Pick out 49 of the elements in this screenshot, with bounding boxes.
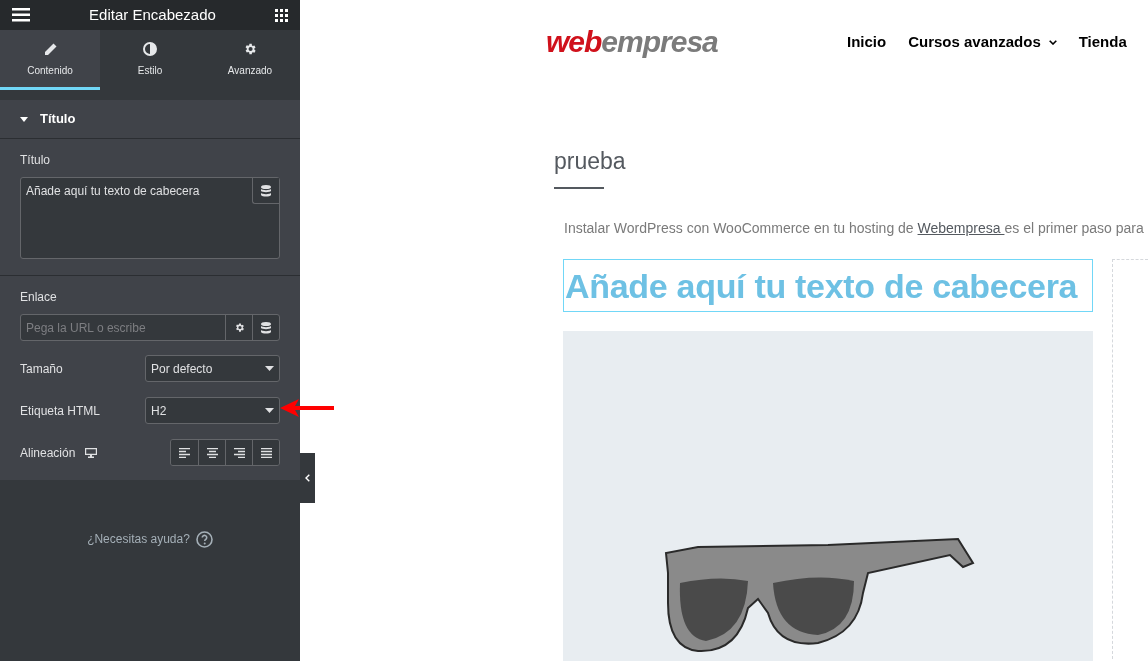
title-textarea[interactable]: Añade aquí tu texto de cabecera <box>21 178 279 258</box>
align-justify-icon <box>260 447 272 458</box>
grid-icon[interactable] <box>275 8 288 22</box>
align-justify-button[interactable] <box>252 440 279 465</box>
field-label: Título <box>20 152 51 169</box>
field-label: Etiqueta HTML <box>20 402 101 420</box>
chevron-left-icon <box>305 474 310 482</box>
dynamic-tags-button[interactable] <box>252 178 279 204</box>
heading: Añade aquí tu texto de cabecera <box>564 268 1079 303</box>
field-label: Tamaño <box>20 360 63 378</box>
database-icon <box>261 184 271 197</box>
contrast-icon <box>143 42 157 56</box>
html-tag-select[interactable]: H2 <box>145 397 280 424</box>
link-field[interactable]: Pega la URL o escribe <box>20 314 280 341</box>
panel-tab[interactable]: Contenido <box>0 30 100 90</box>
nav-link[interactable]: Cursos avanzados <box>908 30 1057 54</box>
chevron-down-icon <box>1048 39 1057 45</box>
size-select[interactable]: Por defecto <box>145 355 280 382</box>
desktop-icon[interactable] <box>85 447 98 458</box>
field-label: Alineación <box>20 444 76 462</box>
webempresa-link[interactable]: Webempresa <box>917 220 1005 236</box>
align-right-button[interactable] <box>225 440 252 465</box>
menu-icon[interactable] <box>12 8 30 22</box>
database-icon <box>261 321 271 334</box>
align-left-button[interactable] <box>171 440 198 465</box>
section-header[interactable]: Título <box>0 100 300 139</box>
question-icon <box>195 530 213 548</box>
page-title: prueba <box>554 150 627 173</box>
gear-icon <box>243 42 257 56</box>
nav-link[interactable]: Tienda <box>1078 30 1127 54</box>
align-right-icon <box>233 447 245 458</box>
nav-link[interactable]: Inicio <box>847 30 887 54</box>
field-label: Enlace <box>20 289 58 306</box>
intro-paragraph: Instalar WordPress con WooCommerce en tu hosting de Webempresa es el primer paso para <box>564 219 1145 238</box>
align-center-button[interactable] <box>198 440 225 465</box>
align-center-icon <box>206 447 218 458</box>
gear-icon <box>233 322 245 333</box>
collapse-handle[interactable] <box>300 453 315 503</box>
help-link[interactable]: ¿Necesitas ayuda? <box>87 530 213 548</box>
pencil-icon <box>43 42 57 56</box>
caret-down-icon <box>20 116 28 122</box>
panel-title: Editar Encabezado <box>89 4 216 25</box>
alignment-control[interactable] <box>170 439 280 466</box>
align-left-icon <box>179 447 190 458</box>
url-input[interactable]: Pega la URL o escribe <box>21 315 225 340</box>
arrow-annotation <box>280 398 335 418</box>
logo[interactable]: webempresa <box>546 27 732 57</box>
caret-icon <box>265 366 274 371</box>
caret-icon <box>265 408 274 413</box>
